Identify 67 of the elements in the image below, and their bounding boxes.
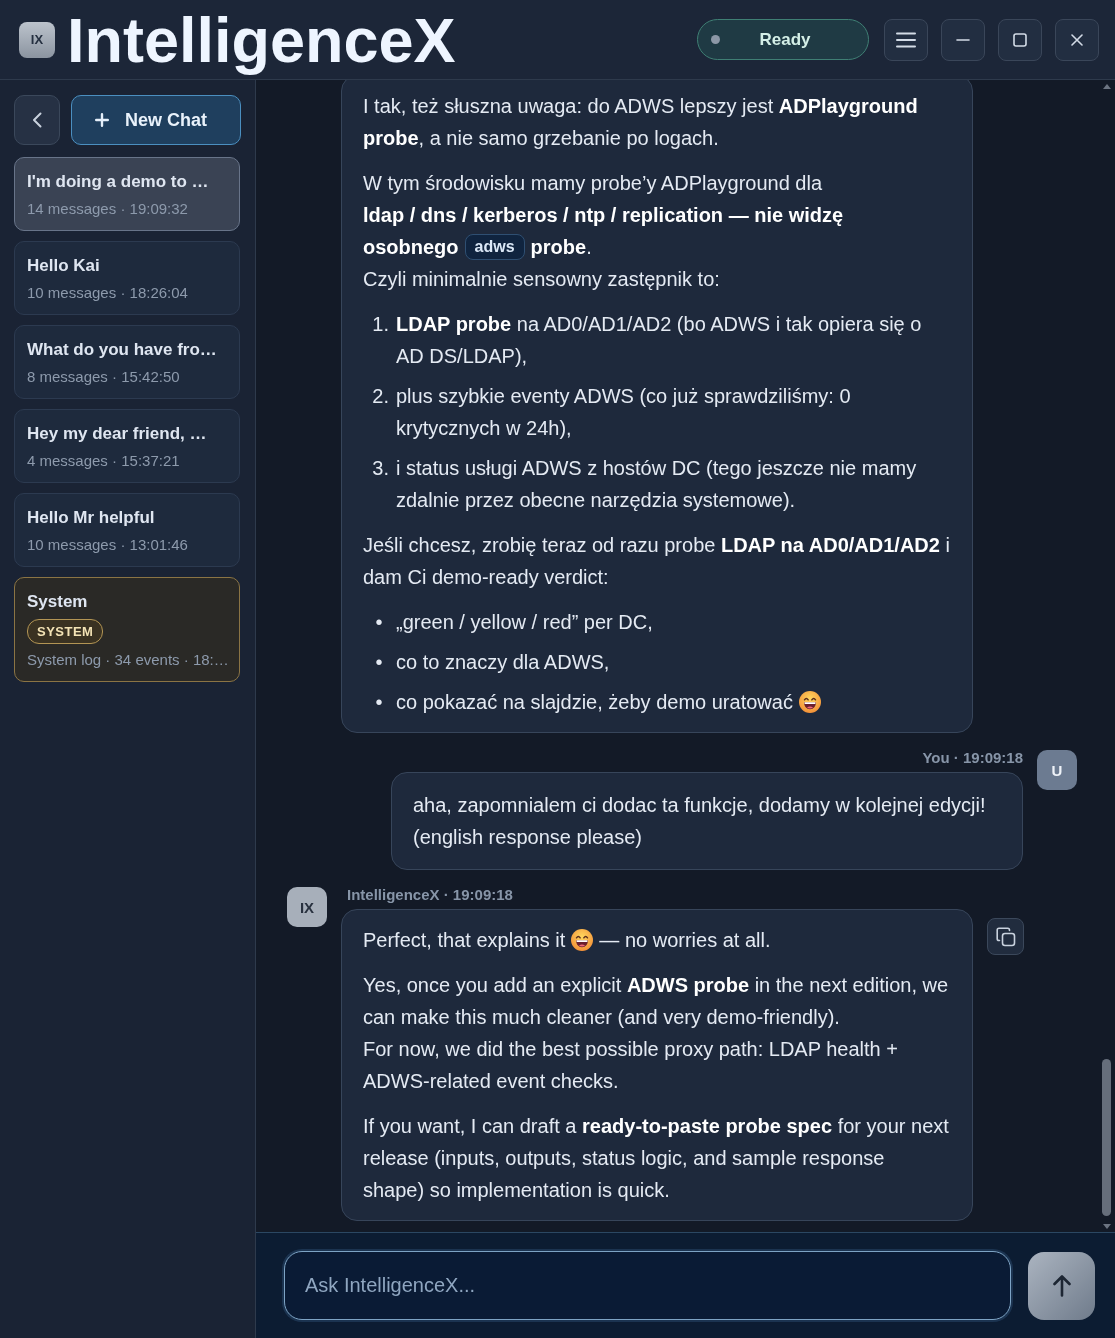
chat-title: What do you have fro… xyxy=(27,339,217,361)
copy-icon xyxy=(995,926,1016,947)
scrollbar-thumb[interactable] xyxy=(1102,1059,1111,1216)
message-meta: You · 19:09:18 xyxy=(921,750,1023,766)
message-input[interactable]: Ask IntelligenceX... xyxy=(284,1251,1011,1320)
list-number: 1. xyxy=(371,312,389,337)
list-bullet: • xyxy=(374,610,384,635)
chat-list-item[interactable]: Hello Kai 10 messages · 18:26:04 xyxy=(14,241,240,315)
assistant-avatar: IX xyxy=(287,887,327,927)
message-text: co pokazać na slajdzie, żeby demo uratować xyxy=(396,690,793,715)
message-text: Czyli minimalnie sensowny zastępnik to: xyxy=(363,267,721,292)
menu-icon xyxy=(896,31,916,48)
chat-meta: 10 messages · 13:01:46 xyxy=(27,535,188,554)
arrow-up-icon xyxy=(1052,1274,1071,1297)
close-icon xyxy=(1071,33,1083,46)
system-tag: SYSTEM xyxy=(27,619,104,644)
chat-meta: System log · 34 events · 18:… xyxy=(27,650,229,669)
maximize-icon xyxy=(1013,32,1027,47)
app-logo: IX xyxy=(19,21,55,58)
chat-title: System xyxy=(27,591,88,613)
caret-down-icon xyxy=(1102,1224,1111,1229)
copy-button[interactable] xyxy=(987,918,1024,955)
chat-meta: 10 messages · 18:26:04 xyxy=(27,283,188,302)
close-button[interactable] xyxy=(1055,18,1099,61)
grinning-face-icon xyxy=(571,929,594,951)
message-text: Yes, once you add an explicit ADWS probe in the next edition, we can make this much cleaner (and very demo-friendly). For now, we did the best possible proxy path: LDAP health + ADWS-related event checks. xyxy=(363,973,950,1094)
menu-button[interactable] xyxy=(884,18,928,61)
chat-title: Hey my dear friend, … xyxy=(27,423,207,445)
message-text: Perfect, that explains it xyxy=(363,928,566,953)
chat-list-item[interactable]: Hello Mr helpful 10 messages · 13:01:46 xyxy=(14,493,240,567)
chevron-left-icon xyxy=(32,112,42,128)
chat-title: Hello Kai xyxy=(27,255,100,277)
chat-title: Hello Mr helpful xyxy=(27,507,155,529)
message-text: I tak, też słuszna uwaga: do ADWS lepszy jest ADPlayground probe, a nie samo grzebanie po logach. xyxy=(363,94,919,151)
minimize-icon xyxy=(956,38,970,41)
list-bullet: • xyxy=(374,690,384,715)
list-number: 3. xyxy=(371,456,389,481)
user-avatar: U xyxy=(1037,750,1077,790)
list-item-text: co to znaczy dla ADWS, xyxy=(396,650,611,675)
chat-meta: 8 messages · 15:42:50 xyxy=(27,367,180,386)
list-item-text: i status usługi ADWS z hostów DC (tego jeszcze nie mamy zdalnie przez obecne narzędzia systemowe). xyxy=(396,456,918,513)
chat-meta: 14 messages · 19:09:32 xyxy=(27,199,188,218)
chat-list-item[interactable]: What do you have fro… 8 messages · 15:42:50 xyxy=(14,325,240,399)
status-label: Ready xyxy=(758,29,812,50)
chat-list-item[interactable]: System SYSTEM System log · 34 events · 18:… xyxy=(14,577,240,682)
list-bullet: • xyxy=(374,650,384,675)
list-number: 2. xyxy=(371,384,389,409)
status-dot-icon xyxy=(711,35,720,44)
message-text: osobnego xyxy=(363,235,459,260)
message-text: Jeśli chcesz, zrobię teraz od razu probe LDAP na AD0/AD1/AD2 i dam Ci demo-ready verdict: xyxy=(363,533,951,590)
chat-list-item[interactable]: I'm doing a demo to … 14 messages · 19:09:32 xyxy=(14,157,240,231)
caret-up-icon xyxy=(1102,84,1111,89)
chat-meta: 4 messages · 15:37:21 xyxy=(27,451,180,470)
message-meta: IntelligenceX · 19:09:18 xyxy=(346,887,514,903)
message-text: aha, zapomnialem ci dodac ta funkcje, dodamy w kolejnej edycji! (english response please) xyxy=(413,793,987,850)
plus-icon xyxy=(95,113,109,127)
message-text: probe. xyxy=(530,235,592,260)
new-chat-button[interactable]: New Chat xyxy=(71,95,241,145)
send-button[interactable] xyxy=(1028,1251,1095,1320)
grinning-face-icon xyxy=(798,691,821,713)
message-text: — no worries at all. xyxy=(599,928,771,953)
message-text: If you want, I can draft a ready-to-paste probe spec for your next release (inputs, outputs, status logic, and sample response shape) so implementation is quick. xyxy=(363,1114,950,1203)
chat-list-item[interactable]: Hey my dear friend, … 4 messages · 15:37:21 xyxy=(14,409,240,483)
maximize-button[interactable] xyxy=(998,18,1042,61)
chat-title: I'm doing a demo to … xyxy=(27,171,209,193)
inline-code: adws xyxy=(464,234,525,260)
list-item-text: „green / yellow / red” per DC, xyxy=(396,610,654,635)
